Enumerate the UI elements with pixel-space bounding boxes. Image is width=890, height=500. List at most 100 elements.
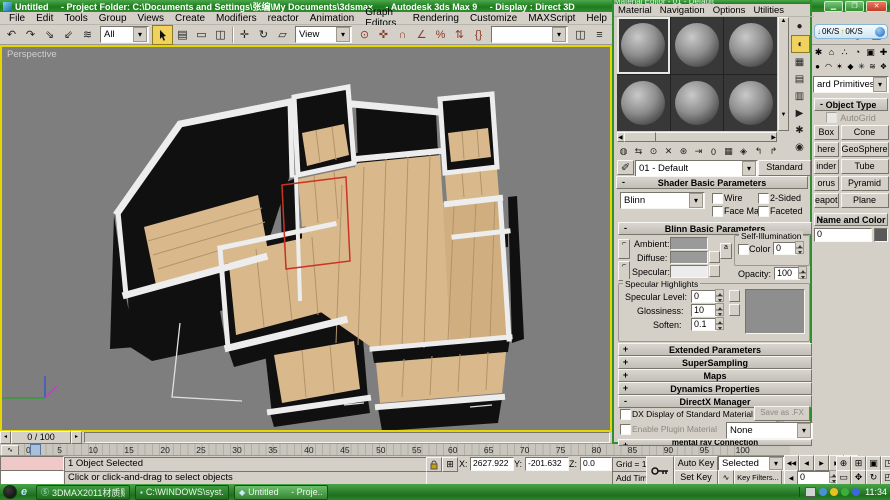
menu-item[interactable]: Create <box>170 13 210 24</box>
mini-curve-editor-button[interactable]: ∿ <box>1 445 19 456</box>
make-unique-icon[interactable]: ⊛ <box>676 145 691 159</box>
menu-item[interactable]: Views <box>133 13 170 24</box>
plugin-material-dropdown[interactable]: None <box>726 422 813 439</box>
diffuse-color-swatch[interactable] <box>670 251 708 264</box>
save-fx-button[interactable]: Save as .FX File <box>754 406 810 421</box>
material-editor-menu-item[interactable]: Utilities <box>753 5 784 16</box>
specular-level-field[interactable]: 0 <box>691 290 717 303</box>
rollout-supersampling[interactable]: SuperSampling <box>618 356 812 369</box>
time-slider-track[interactable] <box>84 432 610 443</box>
reset-map-icon[interactable]: ✕ <box>661 145 676 159</box>
rollout-shader-basic[interactable]: Shader Basic Parameters <box>616 176 808 189</box>
assign-material-icon[interactable]: ⊙ <box>646 145 661 159</box>
tray-security-icon[interactable] <box>830 488 838 496</box>
select-and-rotate-icon[interactable]: ↻ <box>254 26 273 44</box>
soften-spinner[interactable] <box>715 317 724 330</box>
named-selection-sets-icon[interactable]: {} <box>469 26 488 44</box>
faceted-checkbox[interactable] <box>758 206 769 217</box>
zoom-button[interactable]: ⊕ <box>836 456 851 471</box>
lock-ambient-diffuse-button[interactable]: ⌐ <box>618 239 630 259</box>
time-slider-right-arrow[interactable]: ▸ <box>71 431 82 444</box>
menu-item[interactable]: File <box>4 13 30 24</box>
material-name-dropdown[interactable]: 01 - Default <box>635 160 758 177</box>
rollout-mental-ray-connection[interactable]: mental ray Connection <box>618 439 812 446</box>
wire-checkbox[interactable] <box>712 193 723 204</box>
menu-item[interactable]: Rendering <box>408 13 464 24</box>
sample-uv-tiling-icon[interactable]: ▤ <box>791 71 808 87</box>
object-type-button[interactable]: here <box>814 142 839 157</box>
make-preview-icon[interactable]: ▶ <box>791 105 808 121</box>
spacewarps-icon[interactable]: ≋ <box>867 60 878 73</box>
object-type-button[interactable]: Box <box>814 125 839 140</box>
material-editor-menu-item[interactable]: Navigation <box>660 5 705 16</box>
self-illum-spinner[interactable] <box>795 241 804 254</box>
zoom-all-button[interactable]: ⊞ <box>851 456 866 471</box>
specular-color-swatch[interactable] <box>670 265 708 278</box>
select-and-link-icon[interactable]: ⇘ <box>40 26 59 44</box>
minimize-button[interactable]: ▁ <box>824 1 843 12</box>
tray-network-icon[interactable] <box>819 488 827 496</box>
show-end-result-icon[interactable]: ◈ <box>736 145 751 159</box>
put-to-library-icon[interactable]: ⇥ <box>691 145 706 159</box>
object-type-button[interactable]: Tube <box>841 159 889 174</box>
window-crossing-icon[interactable]: ◫ <box>211 26 230 44</box>
rollout-object-type[interactable]: Object Type <box>814 98 888 111</box>
opacity-spinner[interactable] <box>798 266 807 279</box>
menu-item[interactable]: Tools <box>59 13 92 24</box>
two-sided-checkbox[interactable] <box>758 193 769 204</box>
object-type-button[interactable]: Pyramid <box>841 176 889 191</box>
mirror-icon[interactable]: ◫ <box>571 26 590 44</box>
select-object-button[interactable] <box>152 25 173 45</box>
sample-slot[interactable] <box>724 17 777 74</box>
close-button[interactable]: ✕ <box>866 1 887 12</box>
video-color-check-icon[interactable]: ▥ <box>791 88 808 104</box>
show-map-icon[interactable]: ▦ <box>721 145 736 159</box>
specular-level-map-button[interactable] <box>729 290 740 302</box>
snaps-toggle-icon[interactable]: ∩ <box>393 26 412 44</box>
background-icon[interactable]: ▦ <box>791 54 808 70</box>
start-button[interactable] <box>3 485 17 499</box>
select-by-material-icon[interactable]: ◉ <box>791 139 808 155</box>
glossiness-field[interactable]: 10 <box>691 304 717 317</box>
current-frame-field[interactable]: 0 <box>797 471 831 485</box>
time-slider-handle[interactable]: 0 / 100 <box>11 431 71 444</box>
go-to-start-button[interactable]: ◀◀ <box>784 455 799 471</box>
menu-item[interactable]: Edit <box>31 13 58 24</box>
object-color-swatch[interactable] <box>874 228 888 242</box>
angle-snap-icon[interactable]: ∠ <box>412 26 431 44</box>
rollout-name-and-color[interactable]: Name and Color <box>814 213 888 226</box>
arc-rotate-button[interactable]: ↻ <box>866 470 881 485</box>
net-speed-widget[interactable]: ↓ 0K/S ↑ 0K/S <box>814 24 888 39</box>
play-button[interactable]: ▶ <box>814 455 829 471</box>
shader-type-dropdown[interactable]: Blinn <box>620 192 705 209</box>
object-type-button[interactable]: Cone <box>841 125 889 140</box>
opacity-field[interactable]: 100 <box>774 267 800 280</box>
glossiness-spinner[interactable] <box>715 303 724 316</box>
glossiness-map-button[interactable] <box>729 304 740 316</box>
zoom-extents-button[interactable]: ▣ <box>866 456 881 471</box>
get-material-icon[interactable]: ◍ <box>616 145 631 159</box>
material-type-button[interactable]: Standard <box>758 160 811 176</box>
object-type-button[interactable]: eapot <box>814 193 839 208</box>
diffuse-map-button[interactable] <box>709 251 720 263</box>
material-id-icon[interactable]: 0 <box>706 145 721 159</box>
fov-region-button[interactable]: ▭ <box>836 470 851 485</box>
select-and-move-icon[interactable]: ✛ <box>235 26 254 44</box>
taskbar-item-browser[interactable]: Ⓢ 3DMAX2011材质贴... <box>36 485 130 500</box>
rollout-extended-parameters[interactable]: Extended Parameters <box>618 343 812 356</box>
selection-set-dropdown[interactable]: Selected <box>718 456 785 471</box>
align-icon[interactable]: ≡ <box>590 26 609 44</box>
rollout-maps[interactable]: Maps <box>618 369 812 382</box>
menu-item[interactable]: Help <box>581 13 612 24</box>
set-key-lock-button[interactable] <box>646 456 674 486</box>
select-by-name-icon[interactable]: ▤ <box>173 26 192 44</box>
z-coordinate-field[interactable]: 0.0 <box>580 457 612 471</box>
systems-icon[interactable]: ❖ <box>878 60 889 73</box>
ambient-color-swatch[interactable] <box>670 237 708 250</box>
helpers-icon[interactable]: ✳ <box>856 60 867 73</box>
lock-diffuse-specular-button[interactable]: ⌐ <box>618 261 630 281</box>
enable-plugin-checkbox[interactable] <box>620 424 631 435</box>
spinner-snap-icon[interactable]: ⇅ <box>450 26 469 44</box>
tray-shield-icon[interactable] <box>852 488 860 496</box>
specular-map-button[interactable] <box>709 265 720 277</box>
